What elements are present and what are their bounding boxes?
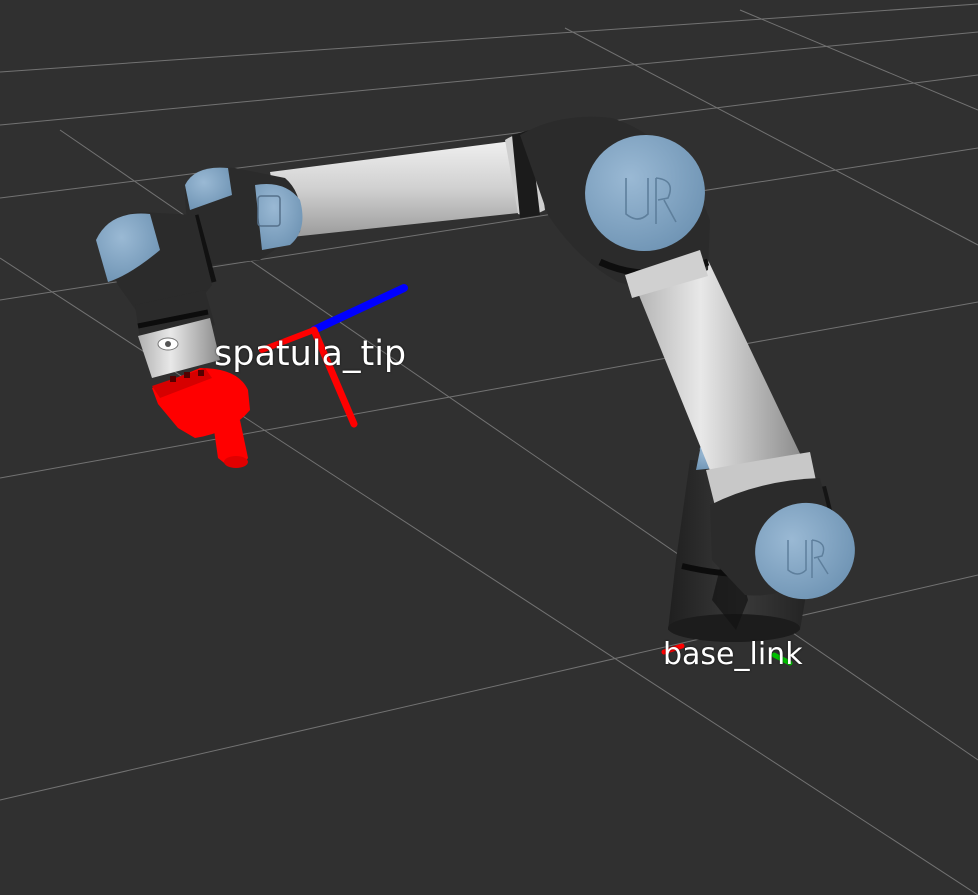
robot-wrist-2[interactable] — [96, 212, 215, 340]
axis-y-marker — [771, 652, 793, 666]
3d-viewport[interactable]: spatula_tip base_link — [0, 0, 978, 895]
robot-elbow-joint[interactable] — [520, 116, 714, 298]
base-link-axes — [661, 643, 793, 666]
spatula-tip-axes — [259, 284, 408, 428]
scene-canvas[interactable] — [0, 0, 978, 895]
spatula-tool[interactable] — [152, 368, 250, 468]
axis-z-marker — [310, 284, 408, 334]
axis-x-marker — [259, 327, 317, 353]
axis-x-marker — [310, 326, 358, 428]
ground-grid — [0, 3, 978, 895]
